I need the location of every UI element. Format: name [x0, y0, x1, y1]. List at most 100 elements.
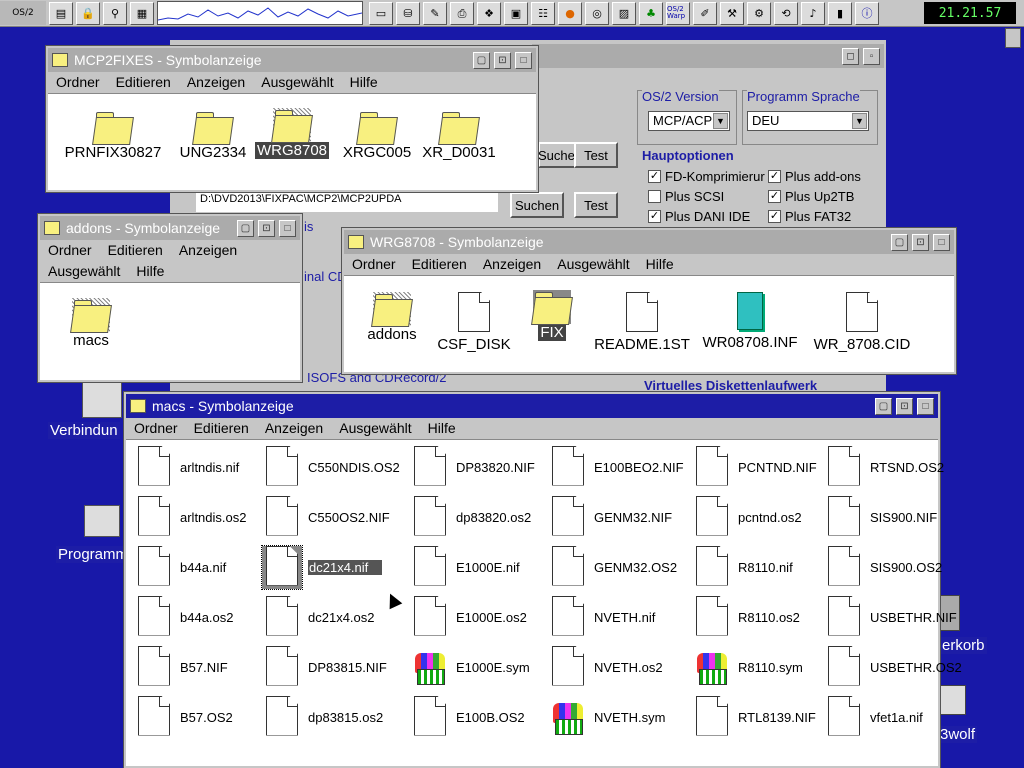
test-button-1[interactable]: Test — [574, 142, 618, 168]
settings-icon[interactable]: ✎ — [423, 1, 447, 25]
suchen-button-2[interactable]: Suchen — [510, 192, 564, 218]
folder-item-selected[interactable]: WRG8708 — [252, 108, 332, 159]
program-icon[interactable]: ▣ — [504, 1, 528, 25]
option-plus-up2tb[interactable]: ✓ Plus Up2TB — [768, 189, 854, 204]
file-item[interactable]: README.1ST — [590, 292, 694, 353]
file-item[interactable]: R8110.nif — [692, 544, 842, 590]
checkbox-checked-icon[interactable]: ✓ — [768, 170, 781, 183]
tool-icon[interactable]: ⚒ — [720, 1, 744, 25]
sound-icon[interactable]: ♪ — [801, 1, 825, 25]
programme-icon[interactable] — [84, 505, 120, 537]
settings-titlebar[interactable]: ◻ ▫ — [532, 44, 884, 68]
programme-label[interactable]: Programm — [56, 546, 131, 563]
close-button[interactable]: □ — [917, 397, 934, 415]
file-item[interactable]: E100B.OS2 — [410, 694, 560, 740]
drives-icon[interactable]: ⛁ — [396, 1, 420, 25]
menu-anzeigen[interactable]: Anzeigen — [257, 418, 331, 439]
menu-anzeigen[interactable]: Anzeigen — [171, 240, 245, 261]
file-item[interactable]: C550OS2.NIF — [262, 494, 412, 540]
menu-ordner[interactable]: Ordner — [48, 72, 108, 93]
menu-ordner[interactable]: Ordner — [40, 240, 100, 261]
maximize-button[interactable]: ◻ — [842, 47, 859, 65]
tree-icon[interactable]: ♣ — [639, 1, 663, 25]
menu-editieren[interactable]: Editieren — [186, 418, 257, 439]
file-item[interactable]: DP83820.NIF — [410, 444, 560, 490]
file-item[interactable]: C550NDIS.OS2 — [262, 444, 412, 490]
tool2-icon[interactable]: ⚙ — [747, 1, 771, 25]
file-item[interactable]: E1000E.os2 — [410, 594, 560, 640]
addons-titlebar[interactable]: addons - Symbolanzeige ▢ ⊡ □ — [40, 216, 300, 240]
menu-ausgewaehlt[interactable]: Ausgewählt — [40, 261, 128, 282]
os2-logo-button[interactable]: OS/2 — [0, 1, 46, 25]
photo-icon[interactable]: ▨ — [612, 1, 636, 25]
test-button-2[interactable]: Test — [574, 192, 618, 218]
restore-button[interactable]: ⊡ — [912, 233, 929, 251]
menu-editieren[interactable]: Editieren — [404, 254, 475, 275]
menu-editieren[interactable]: Editieren — [108, 72, 179, 93]
restore-button[interactable]: ⊡ — [494, 51, 511, 69]
mcp2fixes-titlebar[interactable]: MCP2FIXES - Symbolanzeige ▢ ⊡ □ — [48, 48, 536, 72]
editor-icon[interactable]: ✐ — [693, 1, 717, 25]
file-item[interactable]: WR_8708.CID — [806, 292, 918, 353]
minimize-button[interactable]: ▢ — [473, 51, 490, 69]
os2-version-select[interactable]: MCP/ACP ▼ — [648, 111, 730, 131]
file-item[interactable]: DP83815.NIF — [262, 644, 412, 690]
menu-hilfe[interactable]: Hilfe — [420, 418, 464, 439]
close-button[interactable]: ▫ — [863, 47, 880, 65]
tray-icon[interactable]: ▭ — [369, 1, 393, 25]
menu-ausgewaehlt[interactable]: Ausgewählt — [549, 254, 637, 275]
file-item[interactable]: E100BEO2.NIF — [548, 444, 698, 490]
file-item[interactable]: GENM32.OS2 — [548, 544, 698, 590]
window-list-icon[interactable]: ▤ — [49, 1, 73, 25]
file-item[interactable]: dp83820.os2 — [410, 494, 560, 540]
file-item[interactable]: WR08708.INF — [694, 292, 806, 351]
restore-button[interactable]: ⊡ — [258, 219, 275, 237]
help-icon[interactable]: ⓘ — [855, 1, 879, 25]
chart-app-icon[interactable]: ☷ — [531, 1, 555, 25]
file-item[interactable]: vfet1a.nif — [824, 694, 974, 740]
option-plus-dani-ide[interactable]: ✓ Plus DANI IDE — [648, 209, 750, 224]
checkbox-checked-icon[interactable]: ✓ — [648, 170, 661, 183]
file-item[interactable]: R8110.os2 — [692, 594, 842, 640]
printer-icon[interactable]: ⎙ — [450, 1, 474, 25]
option-plus-addons[interactable]: ✓ Plus add-ons — [768, 169, 861, 184]
file-item[interactable]: USBETHR.NIF — [824, 594, 974, 640]
firefox-icon[interactable]: ● — [558, 1, 582, 25]
file-item[interactable]: dc21x4.nif — [261, 544, 412, 590]
checkbox-checked-icon[interactable]: ✓ — [648, 210, 661, 223]
file-item[interactable]: pcntnd.os2 — [692, 494, 842, 540]
close-button[interactable]: □ — [279, 219, 296, 237]
verbindungen-label[interactable]: Verbindun — [48, 422, 120, 439]
file-item[interactable]: RTSND.OS2 — [824, 444, 974, 490]
menu-ordner[interactable]: Ordner — [126, 418, 186, 439]
checkbox-checked-icon[interactable]: ✓ — [768, 210, 781, 223]
folder-item-selected[interactable]: FIX — [520, 290, 584, 341]
menu-anzeigen[interactable]: Anzeigen — [179, 72, 253, 93]
chevron-down-icon[interactable]: ▼ — [852, 113, 867, 129]
checkbox-checked-icon[interactable]: ✓ — [768, 190, 781, 203]
folder-item[interactable]: PRNFIX30827 — [58, 110, 168, 161]
file-item[interactable]: SIS900.NIF — [824, 494, 974, 540]
system-monitor-icon[interactable]: ▦ — [130, 1, 154, 25]
close-button[interactable]: □ — [933, 233, 950, 251]
battery-icon[interactable]: ▮ — [828, 1, 852, 25]
restore-button[interactable]: ⊡ — [896, 397, 913, 415]
file-item[interactable]: E1000E.sym — [410, 644, 560, 690]
grip-icon[interactable] — [1005, 28, 1021, 48]
file-item[interactable]: PCNTND.NIF — [692, 444, 842, 490]
menu-hilfe[interactable]: Hilfe — [342, 72, 386, 93]
minimize-button[interactable]: ▢ — [891, 233, 908, 251]
disk-icon[interactable]: ◎ — [585, 1, 609, 25]
menu-ausgewaehlt[interactable]: Ausgewählt — [253, 72, 341, 93]
folder-item[interactable]: XR_D0031 — [414, 110, 504, 161]
folder-app-icon[interactable]: ❖ — [477, 1, 501, 25]
file-item[interactable]: GENM32.NIF — [548, 494, 698, 540]
option-plus-scsi[interactable]: Plus SCSI — [648, 189, 724, 204]
checkbox-icon[interactable] — [648, 190, 661, 203]
file-item[interactable]: SIS900.OS2 — [824, 544, 974, 590]
close-button[interactable]: □ — [515, 51, 532, 69]
chevron-down-icon[interactable]: ▼ — [713, 113, 728, 129]
menu-hilfe[interactable]: Hilfe — [128, 261, 172, 282]
lock-icon[interactable]: 🔒 — [76, 1, 100, 25]
minimize-button[interactable]: ▢ — [875, 397, 892, 415]
